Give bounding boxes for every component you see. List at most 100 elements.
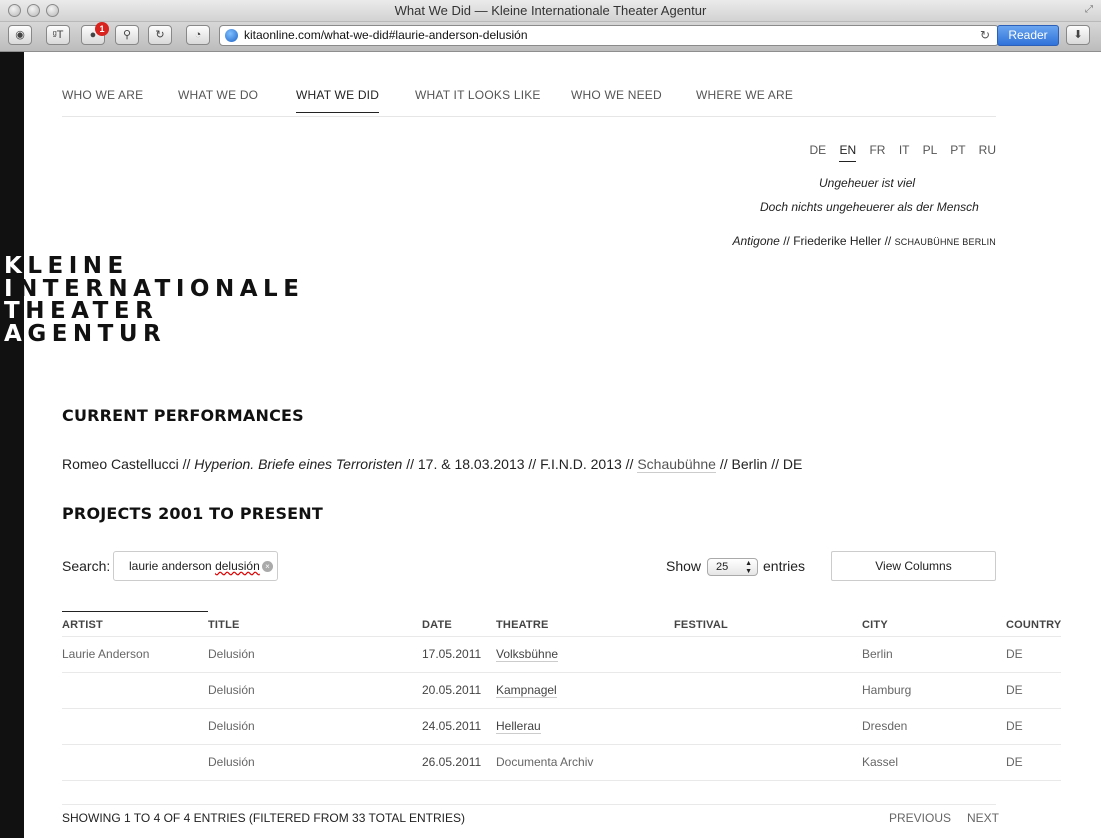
- lang-en[interactable]: EN: [839, 143, 857, 162]
- cell-artist: Laurie Anderson: [62, 647, 150, 661]
- nav-what-we-did[interactable]: WHAT WE DID: [296, 88, 380, 113]
- cell-title: Delusión: [208, 647, 255, 661]
- nav-what-it-looks-like[interactable]: WHAT IT LOOKS LIKE: [415, 88, 541, 102]
- search-input[interactable]: laurie anderson delusión: [113, 551, 278, 581]
- table-info: SHOWING 1 TO 4 OF 4 ENTRIES (FILTERED FR…: [62, 811, 465, 825]
- entries-label: entries: [763, 558, 806, 574]
- nav-who-we-are[interactable]: WHO WE ARE: [62, 88, 143, 102]
- cell-country: DE: [1006, 647, 1023, 661]
- search-label: Search:: [62, 558, 111, 574]
- nav-where-we-are[interactable]: WHERE WE ARE: [696, 88, 793, 102]
- magnifier-icon: ⚲: [122, 29, 132, 41]
- window-titlebar: What We Did — Kleine Internationale Thea…: [0, 0, 1101, 22]
- cell-city: Berlin: [862, 647, 893, 661]
- cell-city: Dresden: [862, 719, 908, 733]
- entries-per-page-select[interactable]: 25 ▲ ▼: [707, 558, 758, 576]
- logo-row: AGENTUR: [4, 320, 167, 347]
- cell-title: Delusión: [208, 683, 255, 697]
- extension-button-2[interactable]: ᵍT: [46, 25, 70, 45]
- quote-work: Antigone: [732, 234, 780, 248]
- cell-date: 24.05.2011: [422, 719, 482, 733]
- current-details: // 17. & 18.03.2013 // F.I.N.D. 2013 //: [402, 456, 638, 472]
- table-header: ARTIST TITLE DATE THEATRE FESTIVAL CITY …: [62, 612, 1061, 637]
- current-tail: // Berlin // DE: [715, 456, 803, 472]
- logo-row: THEATER: [4, 298, 159, 324]
- sync-button[interactable]: ↻: [148, 25, 172, 45]
- reader-button[interactable]: Reader: [997, 25, 1059, 46]
- current-theatre-link[interactable]: Schaubühne: [637, 456, 716, 473]
- logo-row: KLEINE: [4, 253, 129, 279]
- table-row: Delusión 24.05.2011 Hellerau Dresden DE: [62, 709, 1061, 745]
- kita-logo[interactable]: KLEINE INTERNATIONALE THEATER AGENTUR: [4, 253, 304, 347]
- address-bar[interactable]: kitaonline.com/what-we-did#laurie-anders…: [219, 25, 999, 46]
- cell-date: 20.05.2011: [422, 683, 482, 697]
- rss-icon: ◔: [194, 29, 202, 41]
- lang-pl[interactable]: PL: [923, 143, 937, 157]
- next-page-button[interactable]: NEXT: [967, 811, 999, 825]
- col-city[interactable]: CITY: [862, 619, 888, 631]
- col-theatre[interactable]: THEATRE: [496, 619, 549, 631]
- col-artist[interactable]: ARTIST: [62, 619, 103, 631]
- quote-theatre: SCHAUBÜHNE BERLIN: [894, 237, 996, 247]
- cell-theatre[interactable]: Volksbühne: [496, 647, 559, 662]
- cell-country: DE: [1006, 719, 1023, 733]
- lang-it[interactable]: IT: [899, 143, 909, 157]
- extension-button-1[interactable]: ◉: [8, 25, 32, 45]
- zoom-window-icon[interactable]: [46, 4, 59, 17]
- clear-search-icon[interactable]: ×: [262, 561, 273, 572]
- lang-pt[interactable]: PT: [950, 143, 965, 157]
- fullscreen-icon[interactable]: ⤢: [1085, 3, 1093, 17]
- col-date[interactable]: DATE: [422, 619, 452, 631]
- downloads-button[interactable]: ⬇: [1066, 25, 1090, 45]
- cell-city: Kassel: [862, 755, 899, 769]
- nav-what-we-do[interactable]: WHAT WE DO: [178, 88, 258, 102]
- cell-city: Hamburg: [862, 683, 912, 697]
- extension-button-3[interactable]: ● 1: [81, 22, 109, 45]
- download-icon: ⬇: [1073, 29, 1083, 41]
- refresh-icon: ↻: [155, 29, 165, 41]
- cell-title: Delusión: [208, 755, 255, 769]
- power-icon: ◉: [15, 29, 25, 41]
- window-title: What We Did — Kleine Internationale Thea…: [394, 3, 707, 18]
- quote-line-1: Ungeheuer ist viel: [819, 176, 916, 190]
- lang-de[interactable]: DE: [809, 143, 826, 157]
- search-button[interactable]: ⚲: [115, 25, 139, 45]
- projects-heading: PROJECTS 2001 TO PRESENT: [62, 504, 324, 523]
- language-switcher: DE EN FR IT PL PT RU: [799, 143, 996, 162]
- cell-country: DE: [1006, 755, 1023, 769]
- current-artist: Romeo Castellucci: [62, 456, 179, 472]
- cell-date: 17.05.2011: [422, 647, 482, 661]
- nav-who-we-need[interactable]: WHO WE NEED: [571, 88, 662, 102]
- select-arrows-icon: ▲ ▼: [745, 560, 752, 575]
- cell-title: Delusión: [208, 719, 255, 733]
- cell-date: 26.05.2011: [422, 755, 482, 769]
- reload-icon[interactable]: ↻: [980, 26, 990, 45]
- table-row: Laurie Anderson Delusión 17.05.2011 Volk…: [62, 637, 1061, 673]
- rss-button[interactable]: ◔: [186, 25, 210, 45]
- quote-line-2: Doch nichts ungeheuerer als der Mensch: [760, 200, 979, 214]
- cell-theatre[interactable]: Hellerau: [496, 719, 541, 734]
- cell-theatre: Documenta Archiv: [496, 755, 594, 769]
- lang-ru[interactable]: RU: [979, 143, 996, 157]
- quote-credit: Antigone // Friederike Heller // SCHAUBÜ…: [732, 234, 996, 248]
- globe-icon: [225, 29, 238, 42]
- current-performances-heading: CURRENT PERFORMANCES: [62, 406, 304, 425]
- close-window-icon[interactable]: [8, 4, 21, 17]
- projects-table: ARTIST TITLE DATE THEATRE FESTIVAL CITY …: [62, 612, 1061, 781]
- col-country[interactable]: COUNTRY: [1006, 619, 1061, 631]
- col-festival[interactable]: FESTIVAL: [674, 619, 728, 631]
- text-size-icon: ᵍT: [52, 29, 64, 41]
- table-footer-divider: [62, 804, 996, 805]
- col-title[interactable]: TITLE: [208, 619, 240, 631]
- lang-fr[interactable]: FR: [869, 143, 885, 157]
- view-columns-button[interactable]: View Columns: [831, 551, 996, 581]
- current-performance-line: Romeo Castellucci // Hyperion. Briefe ei…: [62, 456, 803, 473]
- cell-theatre[interactable]: Kampnagel: [496, 683, 557, 698]
- url-text: kitaonline.com/what-we-did#laurie-anders…: [244, 28, 528, 42]
- notification-badge: 1: [95, 22, 109, 36]
- previous-page-button[interactable]: PREVIOUS: [889, 811, 951, 825]
- minimize-window-icon[interactable]: [27, 4, 40, 17]
- browser-toolbar: ◉ ᵍT ● 1 ⚲ ↻ ◔ kitaonline.com/what-we-di…: [0, 22, 1101, 52]
- quote-author: Friederike Heller: [793, 234, 882, 248]
- cell-country: DE: [1006, 683, 1023, 697]
